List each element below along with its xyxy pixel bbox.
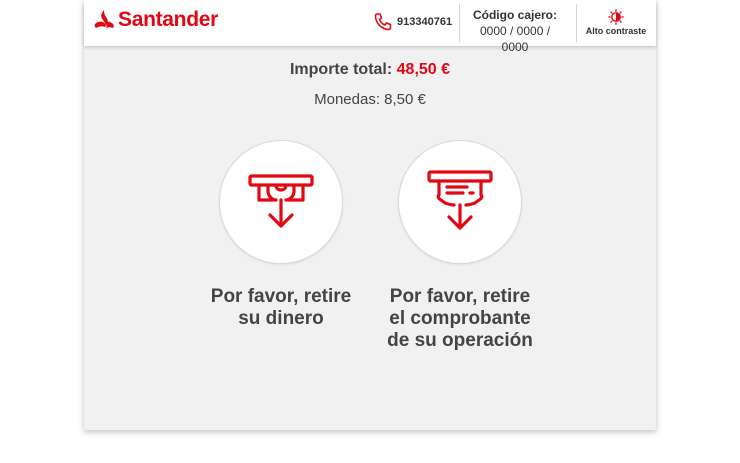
atm-screen: Santander 913340761 Código cajero: 0000 …: [84, 0, 656, 430]
take-receipt-icon: [427, 170, 493, 230]
take-receipt-text-line: Por favor, retire: [389, 286, 531, 307]
take-receipt-text-line: de su operación: [387, 330, 533, 351]
header-divider: [576, 4, 577, 42]
header: Santander 913340761 Código cajero: 0000 …: [84, 0, 656, 54]
take-cash-text-line: su dinero: [238, 308, 324, 329]
total-amount: 48,50 €: [396, 61, 451, 78]
take-receipt-text: Por favor, retire el comprobante de su o…: [360, 286, 560, 352]
brand-name: Santander: [118, 8, 218, 31]
take-receipt-action: Por favor, retire el comprobante de su o…: [360, 140, 560, 352]
contrast-icon: [608, 9, 624, 25]
take-cash-icon: [248, 174, 314, 228]
cashier-code-value: 0000 / 0000 / 0000: [479, 24, 551, 54]
cashier-code-block: Código cajero: 0000 / 0000 / 0000: [465, 8, 565, 55]
coins-line: Monedas: 8,50 €: [314, 91, 426, 108]
take-cash-circle: [219, 140, 343, 264]
contrast-label: Alto contraste: [585, 26, 647, 36]
take-cash-text: Por favor, retire su dinero: [181, 286, 381, 330]
santander-logo: Santander: [94, 8, 218, 32]
santander-flame-icon: [94, 10, 114, 28]
take-receipt-circle: [398, 140, 522, 264]
header-divider: [459, 4, 460, 42]
phone-number: 913340761: [397, 16, 453, 28]
total-amount-line: Importe total: 48,50 €: [84, 61, 656, 79]
phone-icon: [374, 13, 392, 31]
high-contrast-button[interactable]: Alto contraste: [581, 9, 651, 36]
take-cash-action: Por favor, retire su dinero: [181, 140, 381, 330]
cashier-code-label: Código cajero:: [472, 8, 557, 22]
take-cash-text-line: Por favor, retire: [210, 286, 352, 307]
take-receipt-text-line: el comprobante: [389, 308, 531, 329]
phone-contact: 913340761: [373, 12, 452, 32]
total-label: Importe total:: [289, 61, 393, 78]
